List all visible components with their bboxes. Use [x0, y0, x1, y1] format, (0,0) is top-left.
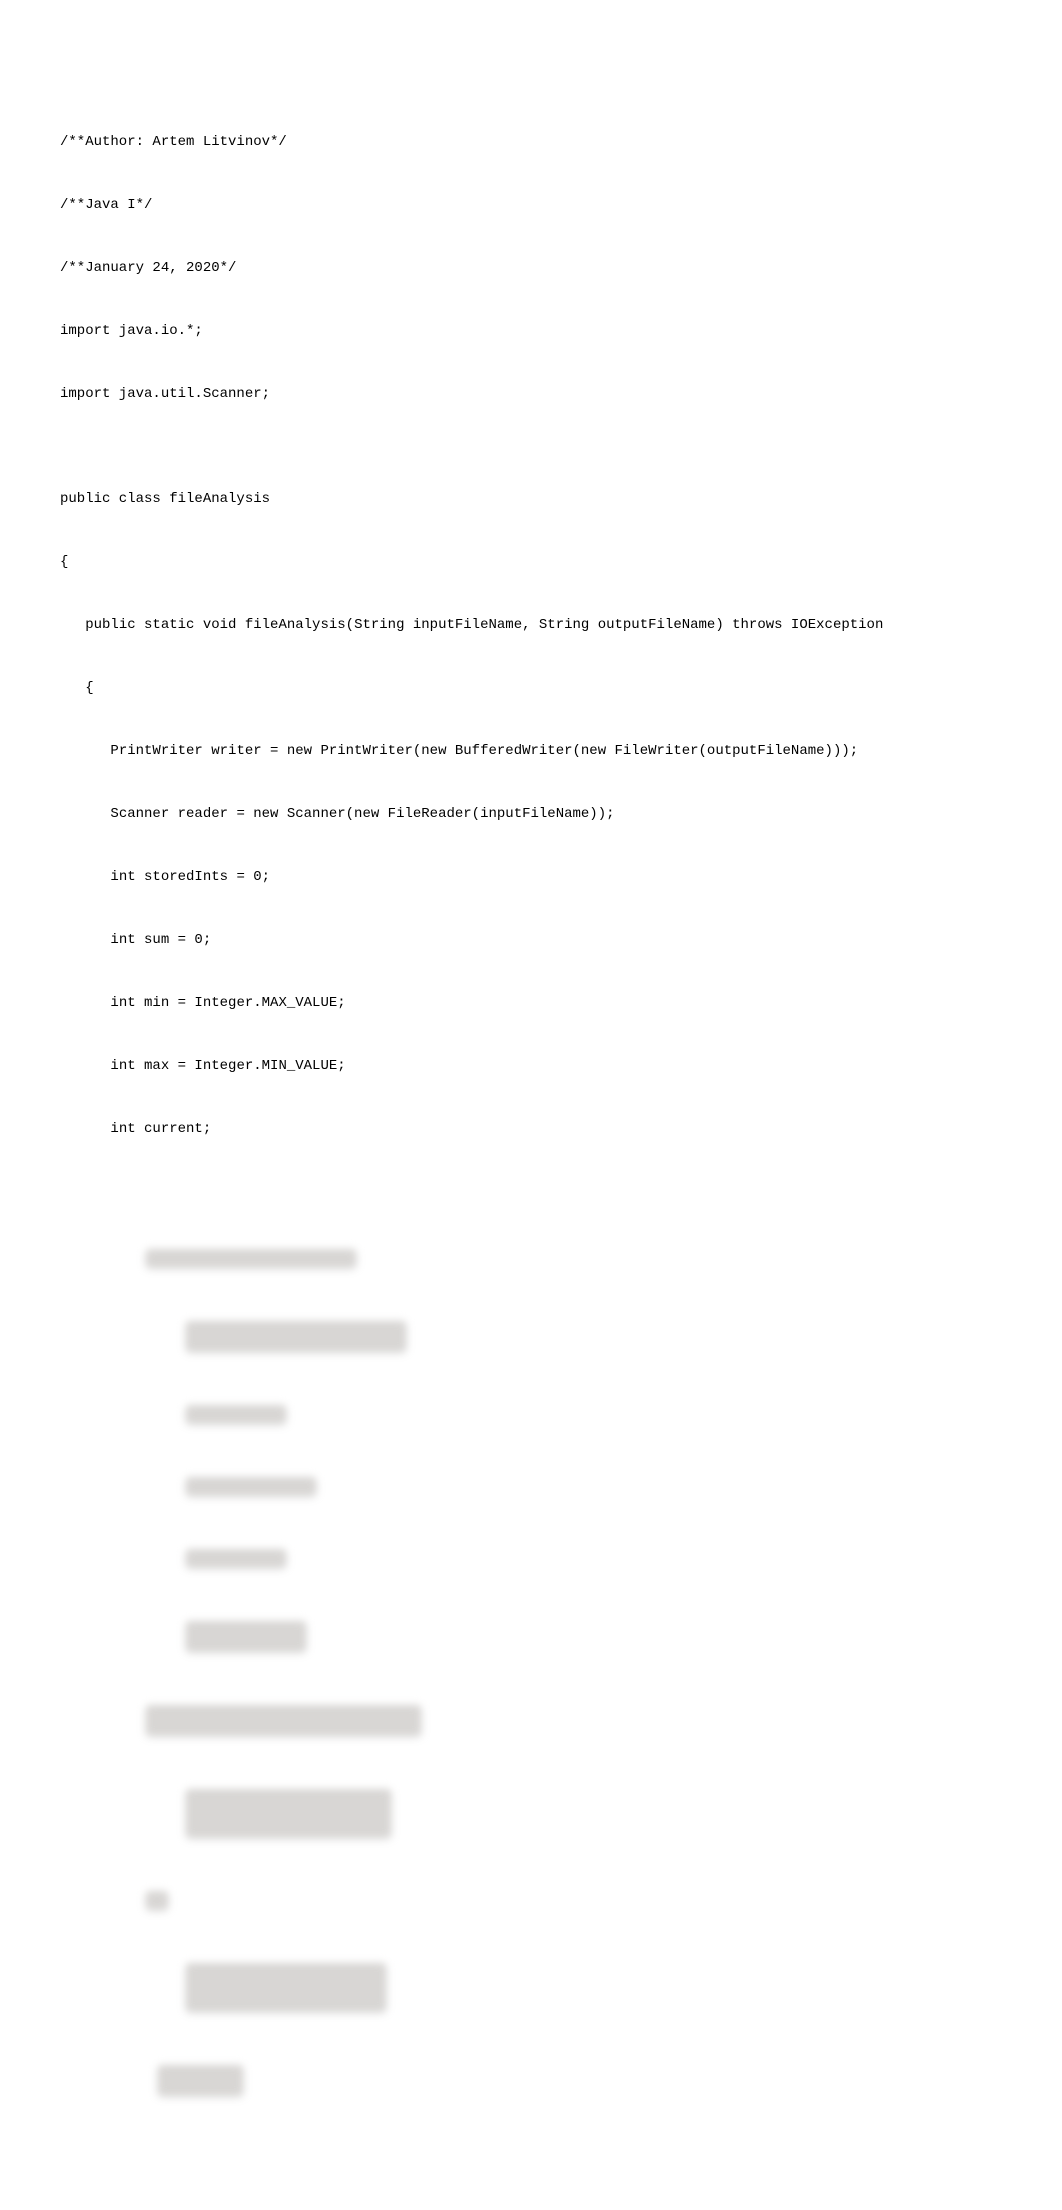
code-line: /**Author: Artem Litvinov*/ [60, 132, 1002, 153]
code-line: int sum = 0; [60, 930, 1002, 951]
code-line: int max = Integer.MIN_VALUE; [60, 1056, 1002, 1077]
blurred-line [186, 1621, 306, 1651]
code-line: { [60, 552, 1002, 573]
code-line: { [60, 678, 1002, 699]
code-line: int storedInts = 0; [60, 867, 1002, 888]
blurred-content [100, 1207, 1002, 2149]
code-line: PrintWriter writer = new PrintWriter(new… [60, 741, 1002, 762]
blurred-line [146, 1891, 168, 1909]
blurred-line [186, 1549, 286, 1567]
code-line: public class fileAnalysis [60, 489, 1002, 510]
blurred-line [146, 1249, 356, 1267]
code-line: import java.util.Scanner; [60, 384, 1002, 405]
code-line: int current; [60, 1119, 1002, 1140]
code-line: Scanner reader = new Scanner(new FileRea… [60, 804, 1002, 825]
blurred-line [146, 1705, 421, 1735]
code-line: public static void fileAnalysis(String i… [60, 615, 1002, 636]
blurred-line [186, 1321, 406, 1351]
blurred-line [186, 1789, 391, 1837]
code-line: /**January 24, 2020*/ [60, 258, 1002, 279]
code-line: int min = Integer.MAX_VALUE; [60, 993, 1002, 1014]
code-line: /**Java I*/ [60, 195, 1002, 216]
blurred-line [186, 1477, 316, 1495]
document-page: /**Author: Artem Litvinov*/ /**Java I*/ … [0, 0, 1062, 2210]
blurred-line [186, 1405, 286, 1423]
code-line: import java.io.*; [60, 321, 1002, 342]
blurred-line [158, 2065, 243, 2095]
blurred-line [186, 1963, 386, 2011]
